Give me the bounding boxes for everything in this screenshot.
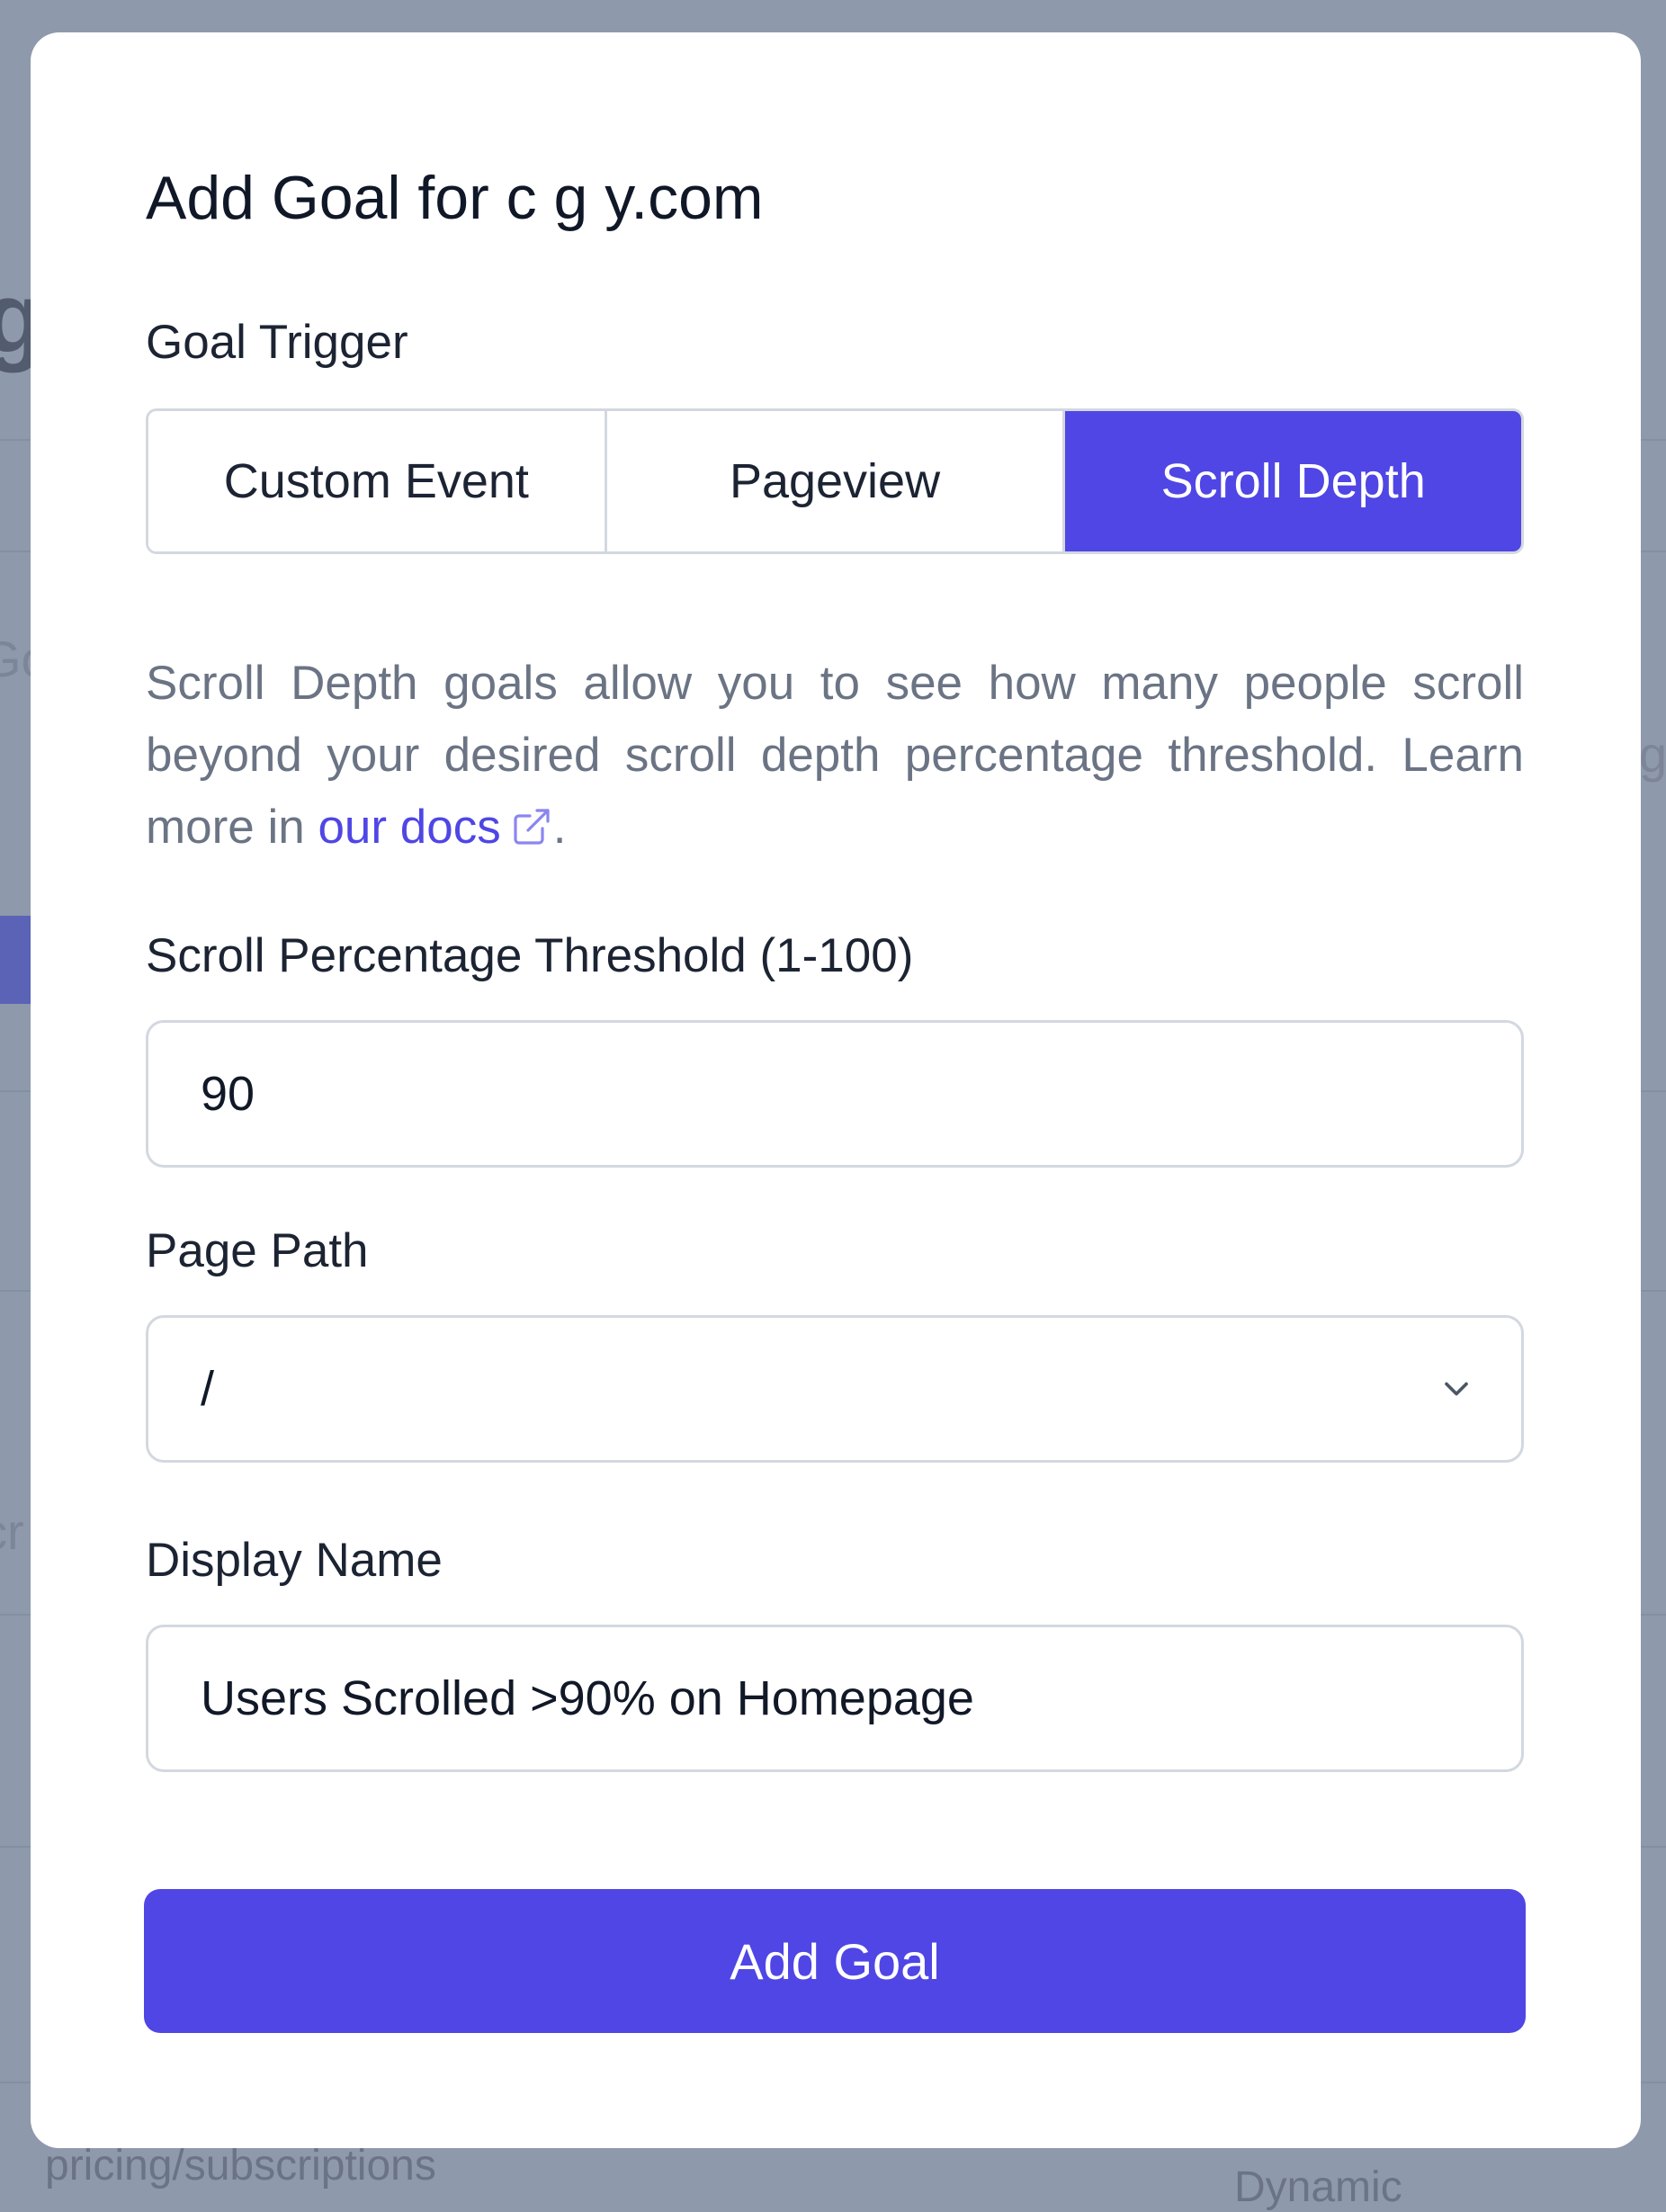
trigger-pageview-button[interactable]: Pageview	[606, 411, 1066, 551]
bg-footer-path: pricing/subscriptions	[45, 2142, 436, 2190]
threshold-input[interactable]	[201, 1066, 1521, 1122]
page-path-selected-value: /	[201, 1362, 215, 1416]
threshold-label: Scroll Percentage Threshold (1-100)	[146, 929, 914, 982]
display-name-input[interactable]	[201, 1670, 1521, 1726]
display-name-label: Display Name	[146, 1534, 443, 1587]
bg-text-fragment: cr	[0, 1503, 24, 1560]
chevron-down-icon	[1445, 1382, 1468, 1396]
goal-description: Scroll Depth goals allow you to see how …	[146, 648, 1524, 864]
description-suffix: .	[552, 801, 567, 854]
add-goal-button[interactable]: Add Goal	[144, 1889, 1526, 2033]
display-name-input-wrapper	[146, 1625, 1524, 1772]
docs-link-label: our docs	[318, 801, 501, 854]
page-path-label: Page Path	[146, 1224, 369, 1277]
goal-trigger-segmented-control: Custom Event Pageview Scroll Depth	[146, 408, 1524, 554]
external-link-icon	[514, 809, 550, 845]
threshold-input-wrapper	[146, 1020, 1524, 1168]
bg-text-fragment: ge	[1639, 726, 1666, 783]
modal-title: Add Goal for c g y.com	[146, 164, 764, 232]
add-goal-modal: Add Goal for c g y.com Goal Trigger Cust…	[31, 32, 1641, 2148]
page-path-select[interactable]: /	[146, 1315, 1524, 1463]
trigger-custom-event-button[interactable]: Custom Event	[148, 411, 607, 551]
trigger-scroll-depth-button[interactable]: Scroll Depth	[1065, 411, 1521, 551]
docs-link[interactable]: our docs	[318, 801, 552, 854]
goal-trigger-label: Goal Trigger	[146, 316, 408, 369]
